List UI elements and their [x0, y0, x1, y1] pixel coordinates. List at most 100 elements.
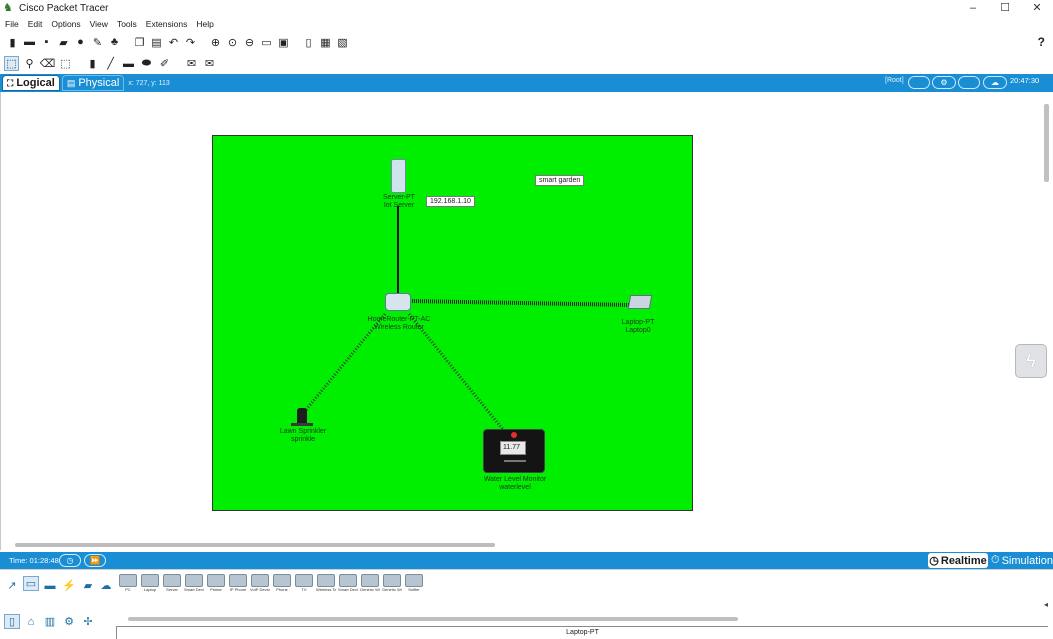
title-note[interactable]: smart garden: [535, 175, 585, 186]
undo-icon[interactable]: ↶: [166, 35, 181, 50]
water-level-monitor-icon[interactable]: 11.77: [483, 429, 545, 473]
close-button[interactable]: ✕: [1021, 0, 1053, 16]
minimize-button[interactable]: –: [957, 0, 989, 16]
tab-logical-label: Logical: [16, 77, 55, 89]
menu-extensions[interactable]: Extensions: [146, 19, 188, 29]
end-devices-sub-icon[interactable]: ▯: [4, 614, 20, 629]
select-icon[interactable]: ⬚: [4, 56, 19, 71]
palette-smart-device-1[interactable]: Smart Device: [184, 574, 204, 598]
palette-sniffer[interactable]: Sniffer: [404, 574, 424, 598]
palette-generic-wireless[interactable]: Generic Wireless: [360, 574, 380, 598]
note-icon[interactable]: ▮: [85, 56, 100, 71]
maximize-button[interactable]: ☐: [989, 0, 1021, 16]
resize-icon[interactable]: ⬚: [58, 56, 73, 71]
add-complex-pdu-icon[interactable]: ✉: [202, 56, 217, 71]
custom-device-icon[interactable]: ▣: [276, 35, 291, 50]
network-info-icon[interactable]: ♣: [107, 35, 122, 50]
phone-icon: [273, 574, 291, 587]
zoom-in-icon[interactable]: ⊕: [208, 35, 223, 50]
palette-tv[interactable]: TV: [294, 574, 314, 598]
miscellaneous-icon[interactable]: ▰: [80, 578, 96, 593]
side-panel-toggle[interactable]: ϟ: [1015, 344, 1047, 378]
end-devices-icon[interactable]: ▭: [23, 576, 39, 591]
palette-scrollbar[interactable]: [128, 617, 738, 621]
vertical-scrollbar[interactable]: [1044, 104, 1049, 182]
menu-help[interactable]: Help: [196, 19, 213, 29]
back-button[interactable]: [908, 76, 930, 89]
power-grid-icon[interactable]: ✢: [80, 614, 96, 629]
help-button[interactable]: ?: [1038, 35, 1045, 49]
connections-icon[interactable]: ⚡: [61, 578, 77, 593]
line-icon[interactable]: ╱: [103, 56, 118, 71]
palette-wireless-tablet[interactable]: Wireless Tablet: [316, 574, 336, 598]
components-icon[interactable]: ▬: [42, 578, 58, 593]
set-background-button[interactable]: ☁: [983, 76, 1007, 89]
fast-forward-button[interactable]: ⏩: [84, 554, 106, 567]
new-cluster-button[interactable]: ⚙: [932, 76, 956, 89]
palette-server[interactable]: Server: [162, 574, 182, 598]
menu-tools[interactable]: Tools: [117, 19, 137, 29]
new-file-icon[interactable]: ▮: [5, 35, 20, 50]
image-icon[interactable]: ▧: [335, 35, 350, 50]
menu-options[interactable]: Options: [51, 19, 80, 29]
zoom-out-icon[interactable]: ⊖: [242, 35, 257, 50]
menu-edit[interactable]: Edit: [28, 19, 43, 29]
copy-icon[interactable]: ❐: [132, 35, 147, 50]
paste-icon[interactable]: ▤: [149, 35, 164, 50]
root-label[interactable]: [Root]: [885, 77, 904, 84]
tab-logical[interactable]: ⛶ Logical: [2, 75, 60, 91]
chevron-left-icon[interactable]: ◂: [1044, 600, 1048, 609]
lawn-sprinkler-icon[interactable]: [297, 408, 307, 424]
zoom-reset-icon[interactable]: ⊙: [225, 35, 240, 50]
redo-icon[interactable]: ↷: [183, 35, 198, 50]
title-bar: ♞ Cisco Packet Tracer – ☐ ✕: [0, 0, 1053, 16]
simulation-icon: ⏱: [991, 554, 1000, 566]
palette-smart-device-2[interactable]: Smart Device: [338, 574, 358, 598]
router-laptop-link: [409, 299, 632, 307]
menu-file[interactable]: File: [5, 19, 19, 29]
activity-wizard-icon[interactable]: ✎: [90, 35, 105, 50]
palette-laptop[interactable]: Laptop: [140, 574, 160, 598]
logical-workspace[interactable]: Server-PT Iot Server 192.168.1.10 smart …: [0, 92, 1053, 550]
horizontal-scrollbar[interactable]: [15, 543, 495, 547]
move-object-button[interactable]: [958, 76, 980, 89]
delete-icon[interactable]: ⌫: [40, 56, 56, 71]
menu-view[interactable]: View: [90, 19, 108, 29]
print-icon[interactable]: ▰: [56, 35, 71, 50]
palette-phone[interactable]: Phone: [272, 574, 292, 598]
lightning-icon: ϟ: [1026, 350, 1036, 371]
multiuser-icon[interactable]: ☁: [98, 578, 114, 593]
laptop-icon[interactable]: [627, 295, 653, 309]
industrial-icon[interactable]: ⚙: [61, 614, 77, 629]
palette-voip-device[interactable]: VoIP Device: [250, 574, 270, 598]
add-simple-pdu-icon[interactable]: ✉: [184, 56, 199, 71]
open-folder-icon[interactable]: ▬: [22, 35, 37, 50]
smart-city-icon[interactable]: ▥: [42, 614, 58, 629]
freeform-icon[interactable]: ✐: [157, 56, 172, 71]
realtime-mode-button[interactable]: ◷ Realtime: [928, 553, 988, 568]
tab-physical[interactable]: ▤ Physical: [61, 75, 125, 91]
generic-wired-icon: [383, 574, 401, 587]
info-icon[interactable]: ●: [73, 35, 88, 50]
home-icon[interactable]: ⌂: [23, 614, 39, 629]
palette-ip-phone[interactable]: IP Phone: [228, 574, 248, 598]
cluster-icon[interactable]: ▯: [301, 35, 316, 50]
wireless-router-icon[interactable]: [385, 293, 411, 311]
drawing-palette-icon[interactable]: ▭: [259, 35, 274, 50]
sprinkler-base: [291, 423, 313, 426]
inspect-icon[interactable]: ⚲: [22, 56, 37, 71]
voip-device-icon: [251, 574, 269, 587]
power-cycle-button[interactable]: ◷: [59, 554, 81, 567]
network-canvas[interactable]: Server-PT Iot Server 192.168.1.10 smart …: [212, 135, 693, 511]
ellipse-icon[interactable]: ⬬: [139, 56, 154, 71]
palette-printer[interactable]: Printer: [206, 574, 226, 598]
save-icon[interactable]: ▪: [39, 35, 54, 50]
rectangle-icon[interactable]: ▬: [121, 56, 136, 71]
web-icon[interactable]: ▦: [318, 35, 333, 50]
palette-generic-wired[interactable]: Generic Wired: [382, 574, 402, 598]
ip-note[interactable]: 192.168.1.10: [426, 196, 475, 207]
network-devices-icon[interactable]: ↗: [4, 578, 20, 593]
simulation-mode-button[interactable]: ⏱ Simulation: [991, 554, 1053, 567]
server-icon[interactable]: [391, 159, 406, 193]
palette-pc[interactable]: PC: [118, 574, 138, 598]
